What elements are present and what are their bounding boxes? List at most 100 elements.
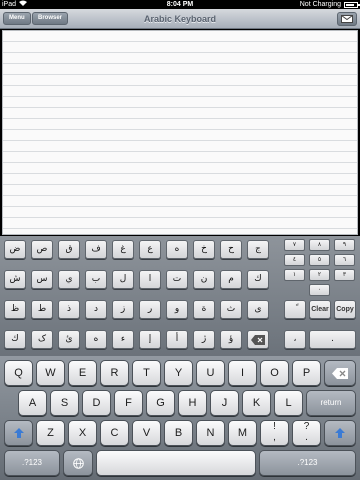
key-l[interactable]: L bbox=[274, 390, 303, 416]
key-q[interactable]: Q bbox=[4, 360, 33, 386]
key-d[interactable]: D bbox=[82, 390, 111, 416]
arabic-key[interactable]: ظ bbox=[4, 300, 26, 319]
arabic-key[interactable]: ث bbox=[220, 300, 242, 319]
numpad-key[interactable]: ٩ bbox=[334, 239, 355, 251]
key-e[interactable]: E bbox=[68, 360, 97, 386]
space-key[interactable] bbox=[96, 450, 256, 476]
key-g[interactable]: G bbox=[146, 390, 175, 416]
arabic-key[interactable]: أ bbox=[166, 330, 188, 349]
arabic-key[interactable]: ژ bbox=[193, 330, 215, 349]
key-u[interactable]: U bbox=[196, 360, 225, 386]
key-a[interactable]: A bbox=[18, 390, 47, 416]
arabic-key[interactable]: ي bbox=[58, 270, 80, 289]
shift-key-left[interactable] bbox=[4, 420, 33, 446]
arabic-key[interactable]: ص bbox=[31, 240, 53, 259]
arabic-key[interactable]: ى bbox=[247, 300, 269, 319]
numbers-key-right[interactable]: .?123 bbox=[259, 450, 356, 476]
arabic-key[interactable]: و bbox=[166, 300, 188, 319]
arabic-key[interactable]: یٔ bbox=[58, 330, 80, 349]
numpad-key[interactable]: ٣ bbox=[334, 269, 355, 281]
arabic-key[interactable]: ز bbox=[112, 300, 134, 319]
numbers-key-left[interactable]: .?123 bbox=[4, 450, 60, 476]
shift-key-right[interactable] bbox=[324, 420, 356, 446]
globe-key[interactable] bbox=[63, 450, 93, 476]
arabic-key[interactable]: ع bbox=[139, 240, 161, 259]
arabic-key[interactable]: ل bbox=[112, 270, 134, 289]
key-j[interactable]: J bbox=[210, 390, 239, 416]
key-m[interactable]: M bbox=[228, 420, 257, 446]
key-n[interactable]: N bbox=[196, 420, 225, 446]
copy-button[interactable]: Copy bbox=[334, 300, 356, 319]
arabic-key[interactable]: ش bbox=[4, 270, 26, 289]
arabic-keyboard-panel: ض ص ق ف غ ع ه خ ح ج ش س ي ب ل ا ت ن م ك … bbox=[0, 236, 360, 356]
key-s[interactable]: S bbox=[50, 390, 79, 416]
delete-key[interactable] bbox=[324, 360, 356, 386]
backspace-key[interactable] bbox=[247, 330, 269, 349]
key-x[interactable]: X bbox=[68, 420, 97, 446]
shift-icon bbox=[13, 428, 24, 438]
key-p[interactable]: P bbox=[292, 360, 321, 386]
arabic-key[interactable]: ه bbox=[85, 330, 107, 349]
numpad-key[interactable]: ١ bbox=[284, 269, 305, 281]
key-h[interactable]: H bbox=[178, 390, 207, 416]
numpad-key[interactable]: ٠ bbox=[309, 284, 330, 296]
key-v[interactable]: V bbox=[132, 420, 161, 446]
arabic-key[interactable]: ح bbox=[220, 240, 242, 259]
arabic-key[interactable]: ؤ bbox=[220, 330, 242, 349]
arabic-key[interactable]: ف bbox=[85, 240, 107, 259]
arabic-key[interactable]: ق bbox=[58, 240, 80, 259]
arabic-key[interactable]: ج bbox=[247, 240, 269, 259]
battery-icon bbox=[344, 1, 360, 8]
arabic-key[interactable]: ض bbox=[4, 240, 26, 259]
numpad-key[interactable]: ٨ bbox=[309, 239, 330, 251]
navigation-bar: Menu Browser Arabic Keyboard bbox=[0, 9, 360, 29]
arabic-key[interactable]: ذ bbox=[58, 300, 80, 319]
arabic-key[interactable]: ك bbox=[247, 270, 269, 289]
numpad-key[interactable]: ٦ bbox=[334, 254, 355, 266]
arabic-comma-key[interactable]: ، bbox=[284, 330, 306, 349]
key-b[interactable]: B bbox=[164, 420, 193, 446]
page-title: Arabic Keyboard bbox=[143, 14, 217, 24]
key-f[interactable]: F bbox=[114, 390, 143, 416]
clear-button[interactable]: Clear bbox=[309, 300, 331, 319]
arabic-key[interactable]: ب bbox=[85, 270, 107, 289]
arabic-key[interactable]: ک bbox=[31, 330, 53, 349]
numpad-key[interactable]: ٢ bbox=[309, 269, 330, 281]
key-z[interactable]: Z bbox=[36, 420, 65, 446]
arabic-key[interactable]: خ bbox=[193, 240, 215, 259]
key-c[interactable]: C bbox=[100, 420, 129, 446]
backspace-icon bbox=[251, 335, 265, 345]
arabic-dot-key[interactable]: . bbox=[309, 330, 356, 349]
arabic-key[interactable]: ا bbox=[139, 270, 161, 289]
key-t[interactable]: T bbox=[132, 360, 161, 386]
arabic-key[interactable]: ه bbox=[166, 240, 188, 259]
arabic-key[interactable]: ك bbox=[4, 330, 26, 349]
key-w[interactable]: W bbox=[36, 360, 65, 386]
arabic-key[interactable]: غ bbox=[112, 240, 134, 259]
key-question-period[interactable]: ? . bbox=[292, 420, 321, 446]
numpad-key[interactable]: ٤ bbox=[284, 254, 305, 266]
mail-icon bbox=[341, 15, 353, 23]
return-key[interactable]: return bbox=[306, 390, 356, 416]
hamza-key[interactable]: ً bbox=[284, 300, 306, 319]
key-k[interactable]: K bbox=[242, 390, 271, 416]
arabic-key[interactable]: ة bbox=[193, 300, 215, 319]
text-editor[interactable] bbox=[2, 30, 358, 235]
arabic-key[interactable]: س bbox=[31, 270, 53, 289]
numpad-key[interactable]: ٧ bbox=[284, 239, 305, 251]
key-exclaim-comma[interactable]: ! , bbox=[260, 420, 289, 446]
arabic-key[interactable]: ء bbox=[112, 330, 134, 349]
arabic-key[interactable]: د bbox=[85, 300, 107, 319]
arabic-key[interactable]: ر bbox=[139, 300, 161, 319]
key-i[interactable]: I bbox=[228, 360, 257, 386]
key-y[interactable]: Y bbox=[164, 360, 193, 386]
arabic-key[interactable]: ت bbox=[166, 270, 188, 289]
numpad-key[interactable]: ٥ bbox=[309, 254, 330, 266]
arabic-key[interactable]: ط bbox=[31, 300, 53, 319]
arabic-key[interactable]: ن bbox=[193, 270, 215, 289]
key-r[interactable]: R bbox=[100, 360, 129, 386]
mail-button[interactable] bbox=[337, 12, 357, 26]
key-o[interactable]: O bbox=[260, 360, 289, 386]
arabic-key[interactable]: م bbox=[220, 270, 242, 289]
arabic-key[interactable]: إ bbox=[139, 330, 161, 349]
